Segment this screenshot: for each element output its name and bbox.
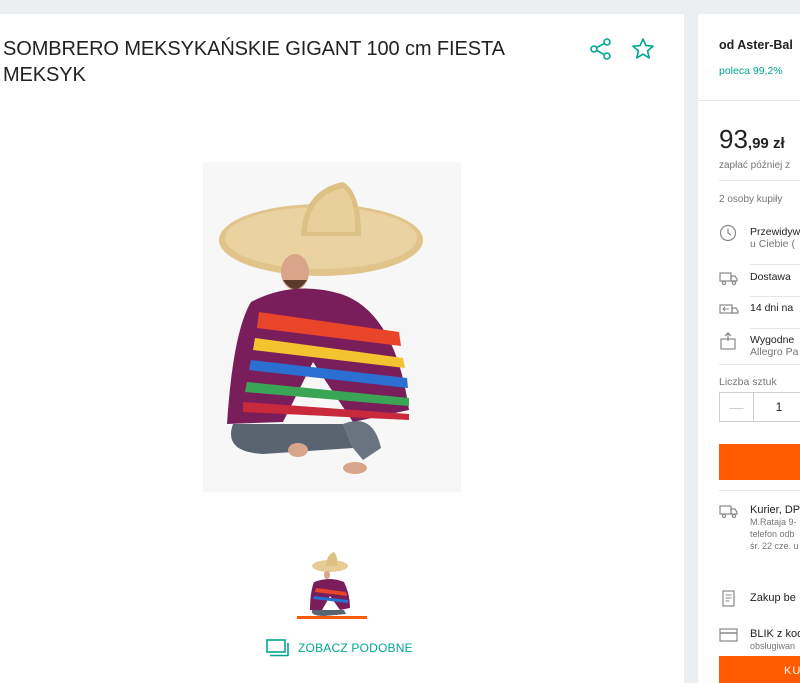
package-icon	[719, 332, 739, 350]
star-outline-icon[interactable]	[630, 36, 656, 62]
delivery-title: Kurier, DP	[750, 504, 800, 516]
feature-line: Przewidyw	[750, 226, 800, 238]
add-to-cart-button[interactable]: KU	[719, 656, 800, 683]
divider	[698, 100, 800, 101]
quantity-label: Liczba sztuk	[719, 376, 777, 388]
divider	[750, 296, 800, 297]
divider	[719, 180, 800, 181]
product-main-image[interactable]	[203, 162, 461, 492]
product-card: SOMBRERO MEKSYKAŃSKIE GIGANT 100 cm FIES…	[0, 14, 684, 683]
monitor-icon	[266, 639, 290, 657]
quantity-input[interactable]	[754, 400, 800, 414]
price-integer: 93	[719, 124, 748, 154]
delivery-detail: telefon odb	[750, 529, 795, 539]
feature-line: Wygodne	[750, 334, 795, 346]
feature-subline: Allegro Pa	[750, 346, 799, 358]
price-fraction: ,99 zł	[747, 135, 785, 152]
buy-now-button[interactable]	[719, 444, 800, 480]
quantity-decrease-button[interactable]: —	[720, 393, 754, 421]
seller-recommendation[interactable]: poleca 99,2%	[719, 65, 783, 77]
feature-subline: u Ciebie (	[750, 238, 795, 250]
seller-name[interactable]: od Aster-Bal	[719, 38, 793, 52]
see-similar-label: ZOBACZ PODOBNE	[298, 641, 413, 655]
truck-icon	[719, 269, 739, 287]
delivery-detail: śr. 22 cze. u	[750, 541, 799, 551]
thumbnail-active-indicator	[297, 616, 367, 619]
card-icon	[719, 626, 739, 644]
divider	[719, 364, 800, 365]
see-similar-link[interactable]: ZOBACZ PODOBNE	[266, 639, 413, 657]
delivery-detail: obsługiwan	[750, 641, 796, 651]
clock-icon	[719, 224, 739, 242]
feature-line: 14 dni na	[750, 302, 794, 314]
pay-later-info[interactable]: zapłać później z	[719, 160, 790, 171]
share-icon[interactable]	[588, 36, 614, 62]
delivery-title: BLIK z kod	[750, 628, 800, 640]
purchase-panel: od Aster-Bal poleca 99,2% 93,99 zł zapła…	[698, 14, 800, 683]
delivery-title: Zakup be	[750, 592, 796, 604]
divider	[719, 490, 800, 491]
feature-line: Dostawa	[750, 271, 791, 283]
product-title: SOMBRERO MEKSYKAŃSKIE GIGANT 100 cm FIES…	[3, 38, 504, 86]
quantity-stepper[interactable]: —	[719, 392, 800, 422]
document-icon	[719, 590, 739, 608]
return-icon	[719, 300, 739, 318]
truck-icon	[719, 502, 739, 520]
divider	[750, 264, 800, 265]
bought-count: 2 osoby kupiły	[719, 194, 783, 205]
price: 93,99 zł	[719, 124, 785, 155]
divider	[750, 328, 800, 329]
delivery-detail: M.Rataja 9-	[750, 517, 797, 527]
product-thumbnail[interactable]	[300, 548, 366, 618]
